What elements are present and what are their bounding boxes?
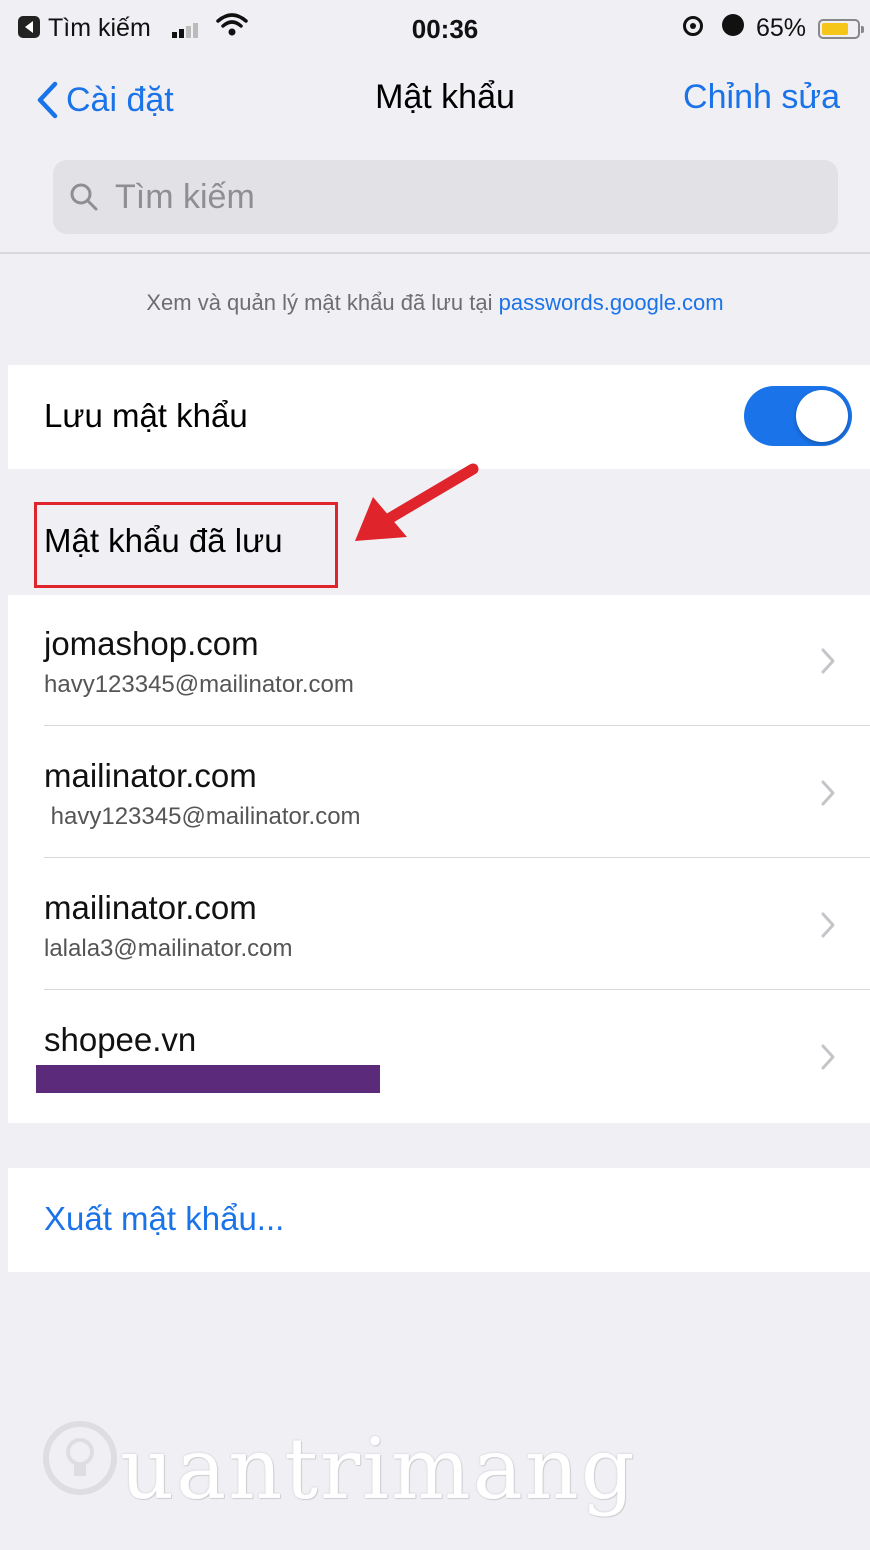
password-row-mailinator-2[interactable]: mailinator.com lalala3@mailinator.com xyxy=(44,859,870,991)
cellular-signal-icon xyxy=(172,20,200,38)
annotation-arrow-icon xyxy=(355,463,479,541)
save-passwords-toggle[interactable] xyxy=(744,386,852,446)
chevron-left-icon xyxy=(37,81,58,119)
manage-passwords-info: Xem và quản lý mật khẩu đã lưu tại passw… xyxy=(0,290,870,316)
search-input[interactable] xyxy=(113,176,767,218)
password-site: shopee.vn xyxy=(44,1021,197,1058)
status-time: 00:36 xyxy=(411,14,479,44)
row-separator xyxy=(44,725,870,726)
password-username: havy123345@mailinator.com xyxy=(44,671,354,698)
password-username: lalala3@mailinator.com xyxy=(44,935,293,962)
watermark-text: uantrimang xyxy=(120,1420,637,1518)
toggle-knob xyxy=(796,390,848,442)
orientation-lock-icon xyxy=(683,16,703,36)
search-icon xyxy=(70,183,98,211)
password-site: mailinator.com xyxy=(44,757,257,794)
password-row-shopee[interactable]: shopee.vn xyxy=(36,991,870,1123)
export-passwords-button[interactable]: Xuất mật khẩu... xyxy=(44,1200,284,1238)
chevron-right-icon xyxy=(821,648,835,674)
google-passwords-link[interactable]: passwords.google.com xyxy=(499,290,724,315)
status-bar: Tìm kiếm 00:36 65% xyxy=(0,0,870,62)
password-site: jomashop.com xyxy=(44,625,259,662)
alarm-icon xyxy=(722,14,744,36)
page-title: Mật khẩu xyxy=(375,78,515,116)
chevron-right-icon xyxy=(821,912,835,938)
row-separator xyxy=(44,857,870,858)
chevron-right-icon xyxy=(821,780,835,806)
battery-percentage: 65% xyxy=(756,14,807,42)
lightbulb-logo-icon xyxy=(43,1421,117,1495)
password-username: havy123345@mailinator.com xyxy=(44,803,361,830)
back-button-label: Cài đặt xyxy=(66,80,174,119)
saved-passwords-header: Mật khẩu đã lưu xyxy=(44,522,283,559)
password-row-mailinator-1[interactable]: mailinator.com havy123345@mailinator.com xyxy=(44,727,870,859)
back-button[interactable]: Cài đặt xyxy=(36,78,174,122)
wifi-icon xyxy=(216,13,248,36)
info-text: Xem và quản lý mật khẩu đã lưu tại xyxy=(146,290,499,315)
password-site: mailinator.com xyxy=(44,889,257,926)
back-to-app-icon[interactable] xyxy=(18,16,40,38)
status-back-app-label[interactable]: Tìm kiếm xyxy=(48,14,151,43)
search-bar[interactable] xyxy=(53,160,838,234)
password-row-jomashop[interactable]: jomashop.com havy123345@mailinator.com xyxy=(44,595,870,727)
row-separator xyxy=(44,989,870,990)
edit-button[interactable]: Chỉnh sửa xyxy=(660,78,840,117)
save-passwords-label: Lưu mật khẩu xyxy=(44,397,248,434)
battery-icon xyxy=(818,19,864,39)
chevron-right-icon xyxy=(821,1044,835,1070)
redacted-username xyxy=(36,1065,380,1093)
divider xyxy=(0,252,870,254)
